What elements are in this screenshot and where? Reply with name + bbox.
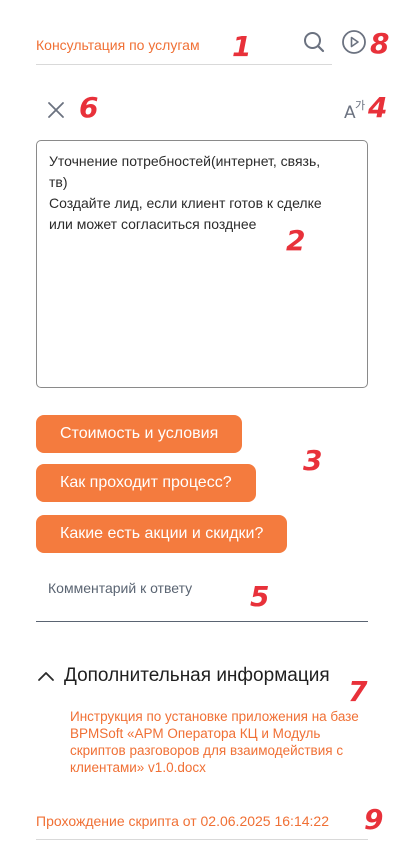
annotation-marker-3: 3 [303,444,323,477]
chevron-up-icon [38,672,54,681]
annotation-marker-8: 8 [370,27,390,60]
annotation-marker-4: 4 [368,91,388,124]
instruction-document-link[interactable]: Инструкция по установке приложения на ба… [70,708,370,776]
comment-placeholder: Комментарий к ответу [48,580,193,596]
play-circle-icon [342,30,366,54]
additional-info-toggle[interactable]: Дополнительная информация [36,665,330,687]
annotation-marker-2: 2 [286,224,306,257]
script-run-history-link[interactable]: Прохождение скрипта от 02.06.2025 16:14:… [36,813,329,829]
search-icon [304,32,325,53]
script-title-link[interactable]: Консультация по услугам [36,37,200,53]
footer-divider [36,839,368,840]
annotation-marker-6: 6 [79,91,99,124]
translate-button[interactable]: A 가 [343,96,369,122]
translate-icon: A 가 [344,99,365,122]
header-divider [36,64,332,65]
answer-button-process[interactable]: Как проходит процесс? [36,464,256,502]
answer-button-promotions[interactable]: Какие есть акции и скидки? [36,515,288,553]
annotation-marker-5: 5 [250,580,270,613]
answer-button-cost[interactable]: Стоимость и условия [36,415,243,453]
annotation-marker-9: 9 [364,803,384,836]
comment-field[interactable]: Комментарий к ответу [36,570,368,622]
script-text-area[interactable]: Уточнение потребностей(интернет, связь, … [36,140,368,388]
close-icon [48,102,64,118]
annotation-marker-7: 7 [348,675,368,708]
close-button[interactable] [45,99,67,121]
play-button[interactable] [341,29,367,55]
additional-info-title: Дополнительная информация [64,665,330,686]
svg-text:가: 가 [355,99,365,112]
annotation-marker-1: 1 [232,30,252,63]
search-button[interactable] [302,30,326,54]
